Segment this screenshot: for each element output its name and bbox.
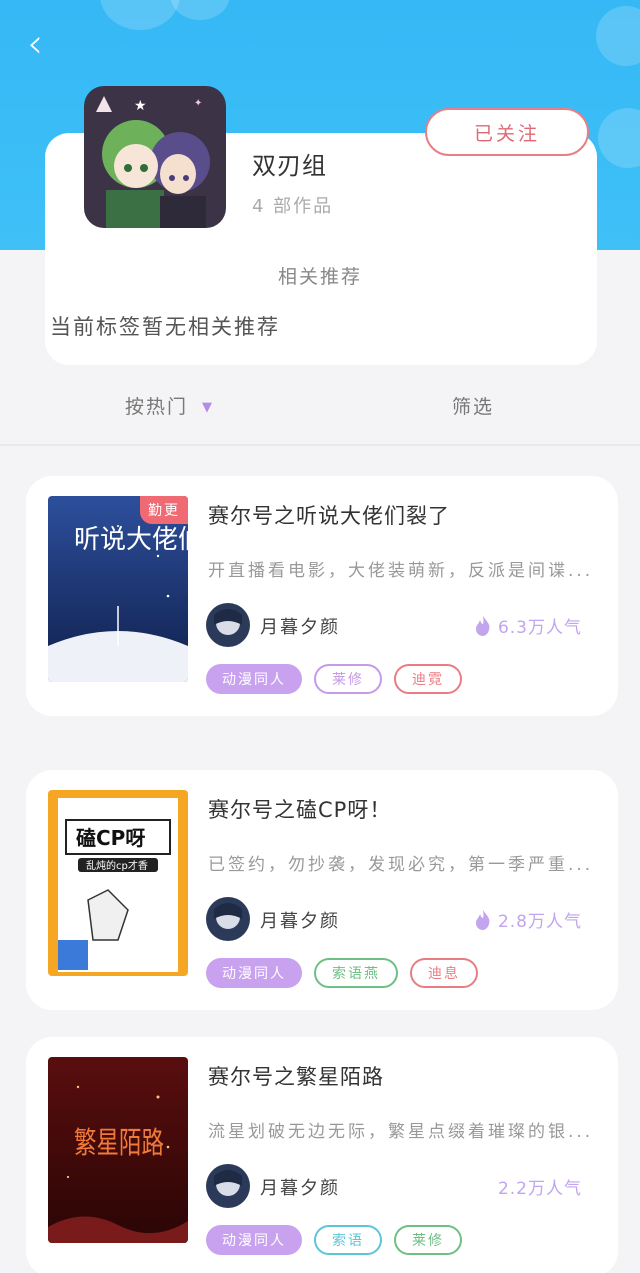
book-card[interactable]: 听说大佬们裂了 勤更 赛尔号之听说大佬们裂了 开直播看电影，大佬装萌新，反派是间… [26,476,618,716]
book-author: 月暮夕颜 [260,911,340,932]
avatar [206,1164,250,1208]
chevron-left-icon: ‹ [27,21,43,67]
tag-chip[interactable]: 索语燕 [314,958,398,988]
book-description: 流星划破无边无际，繁星点缀着璀璨的银... [208,1122,594,1142]
tag-list: 动漫同人 莱修 迪霓 [206,664,462,694]
recommend-title: 相关推荐 [277,266,362,288]
book-cover: 听说大佬们裂了 勤更 [48,496,188,682]
book-description: 开直播看电影，大佬装萌新，反派是间谍... [208,561,594,581]
heat-count: 2.8万人气 [474,907,582,932]
cover-title-text: 听说大佬们裂了 [74,525,188,554]
divider [0,444,640,446]
heat-label: 6.3万人气 [497,618,582,638]
book-title: 赛尔号之磕CP呀！ [208,798,392,822]
tag-list: 动漫同人 索语 莱修 [206,1225,462,1255]
flame-icon [475,615,490,636]
author-name: 双刃组 [252,152,327,180]
heat-count: 2.2万人气 [498,1174,582,1199]
book-cover: 磕CP呀 乱炖的cp才香 [48,790,188,976]
heat-label: 2.8万人气 [497,912,582,932]
decor-bubble [170,0,230,20]
tag-chip[interactable]: 动漫同人 [206,958,302,988]
recommend-empty-text: 当前标签暂无相关推荐 [50,315,280,339]
works-count: 4 部作品 [252,196,334,217]
triangle-down-icon: ▼ [202,400,215,415]
book-cover: 繁星陌路 [48,1057,188,1243]
decor-bubble [596,6,640,66]
svg-text:✦: ✦ [194,98,202,109]
decor-bubble [598,108,640,168]
book-description: 已签约，勿抄袭，发现必究，第一季严重... [208,855,594,875]
tag-chip[interactable]: 莱修 [394,1225,462,1255]
book-title: 赛尔号之繁星陌路 [208,1065,384,1089]
tag-chip[interactable]: 动漫同人 [206,664,302,694]
book-card[interactable]: 繁星陌路 赛尔号之繁星陌路 流星划破无边无际，繁星点缀着璀璨的银... 月暮夕颜… [26,1037,618,1273]
cover-title-text: 磕CP呀 [76,826,145,850]
decor-bubble [100,0,180,30]
heat-count: 6.3万人气 [474,613,582,638]
sort-hot-dropdown[interactable]: 按热门 ▼ [125,392,214,419]
sort-hot-label: 按热门 [125,396,189,418]
tag-chip[interactable]: 莱修 [314,664,382,694]
book-author: 月暮夕颜 [260,1178,340,1199]
book-badge: 勤更 [140,496,188,524]
avatar [206,897,250,941]
tag-chip[interactable]: 索语 [314,1225,382,1255]
tag-chip[interactable]: 迪霓 [394,664,462,694]
follow-button[interactable]: 已关注 [425,108,589,156]
back-button[interactable]: ‹ [20,21,50,67]
avatar [206,603,250,647]
cover-title-text: 繁星陌路 [74,1127,164,1160]
tag-chip[interactable]: 迪息 [410,958,478,988]
filter-button[interactable]: 筛选 [452,392,494,419]
sort-bar: 按热门 ▼ 筛选 [0,384,640,428]
cover-subtitle-text: 乱炖的cp才香 [86,859,148,872]
book-author: 月暮夕颜 [260,617,340,638]
author-avatar[interactable]: ★ ✦ [84,86,226,228]
book-title: 赛尔号之听说大佬们裂了 [208,504,450,528]
flame-icon [475,909,490,930]
svg-text:★: ★ [134,98,147,114]
tag-list: 动漫同人 索语燕 迪息 [206,958,478,988]
tag-chip[interactable]: 动漫同人 [206,1225,302,1255]
heat-label: 2.2万人气 [497,1179,582,1199]
book-card[interactable]: 磕CP呀 乱炖的cp才香 赛尔号之磕CP呀！ 已签约，勿抄袭，发现必究，第一季严… [26,770,618,1010]
